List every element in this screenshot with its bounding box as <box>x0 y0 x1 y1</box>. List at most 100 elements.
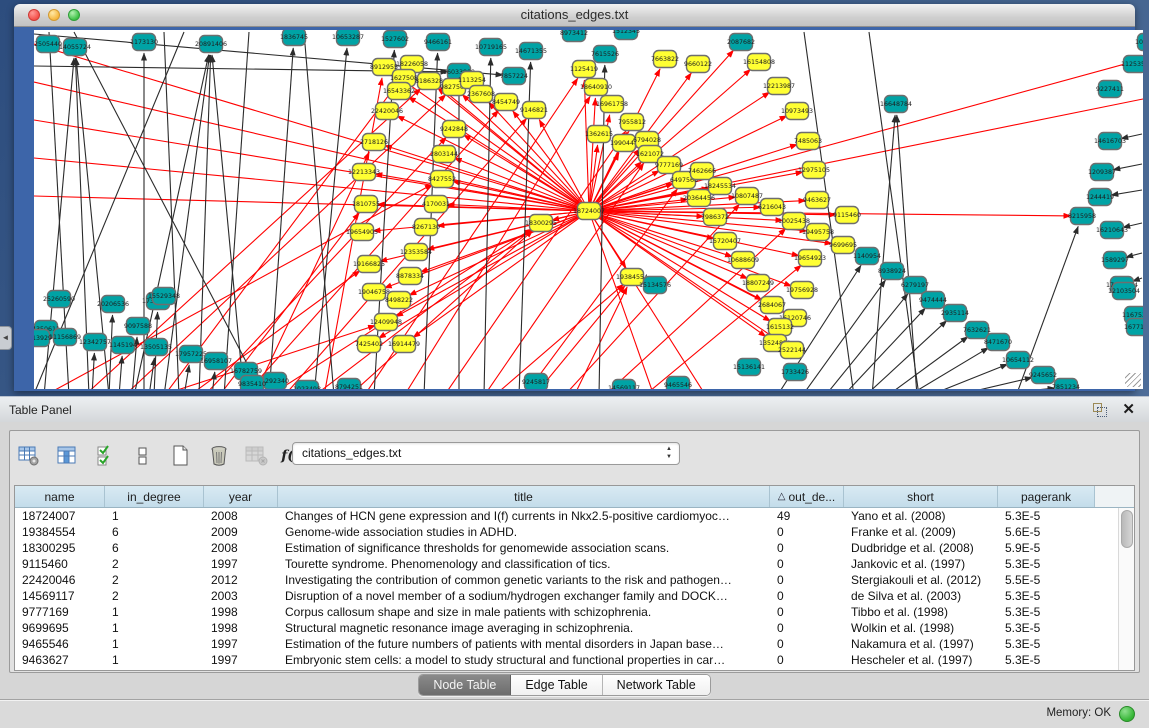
table-row[interactable]: 946362711997Embryonic stem cells: a mode… <box>15 652 1119 668</box>
graph-node[interactable]: 7857224 <box>500 68 528 85</box>
graph-node[interactable]: 10654112 <box>1002 352 1034 369</box>
window-titlebar[interactable]: citations_edges.txt <box>14 4 1135 27</box>
graph-node[interactable]: 8498222 <box>385 292 413 309</box>
graph-node[interactable]: 1362615 <box>585 126 613 143</box>
graph-node[interactable]: 1125419 <box>570 61 598 78</box>
table-row[interactable]: 969969511998Structural magnetic resonanc… <box>15 620 1119 636</box>
graph-node[interactable]: 7851234 <box>1052 379 1080 390</box>
column-header-pagerank[interactable]: pagerank <box>998 486 1095 507</box>
canvas-resize-grip[interactable] <box>1125 373 1141 387</box>
graph-node[interactable]: 2367608 <box>467 86 495 103</box>
graph-node[interactable]: 9245652 <box>1029 367 1057 384</box>
graph-node[interactable]: 9699695 <box>829 237 857 254</box>
graph-node[interactable]: 7986372 <box>701 209 729 226</box>
graph-node[interactable]: 7615526 <box>591 46 619 63</box>
graph-node[interactable]: 8878334 <box>396 268 424 285</box>
graph-node[interactable]: 14055724 <box>59 39 91 56</box>
graph-node[interactable]: 1125350 <box>1121 56 1143 73</box>
table-row[interactable]: 1830029562008Estimation of significance … <box>15 540 1119 556</box>
vertical-scrollbar[interactable] <box>1118 508 1134 670</box>
graph-node[interactable]: 1244419 <box>1086 189 1114 206</box>
graph-node[interactable]: 1733426 <box>781 364 809 381</box>
graph-node[interactable]: 15720407 <box>709 233 741 250</box>
graph-node[interactable]: 8427552 <box>428 171 456 188</box>
graph-node[interactable]: 9097588 <box>124 318 152 335</box>
graph-node[interactable]: 8215958 <box>1068 208 1096 225</box>
graph-node[interactable]: 8794251 <box>335 379 363 390</box>
column-header-name[interactable]: name <box>15 486 105 507</box>
graph-node[interactable]: 19166825 <box>353 256 385 273</box>
graph-node[interactable]: 15134576 <box>639 277 671 294</box>
graph-node[interactable]: 18245534 <box>704 178 736 195</box>
delete-icon[interactable] <box>206 443 232 469</box>
graph-node[interactable]: 2522144 <box>778 342 806 359</box>
graph-node[interactable]: 18300295 <box>525 215 557 232</box>
table-row[interactable]: 1456911722003Disruption of a novel membe… <box>15 588 1119 604</box>
column-header-in_degree[interactable]: in_degree <box>105 486 204 507</box>
graph-node[interactable]: 12103504 <box>1108 283 1140 300</box>
graph-node[interactable]: 1173130 <box>130 34 158 51</box>
graph-node[interactable]: 12213987 <box>763 78 795 95</box>
graph-node[interactable]: 2718126 <box>360 134 388 151</box>
show-columns-icon[interactable] <box>54 443 80 469</box>
tab-network-table[interactable]: Network Table <box>603 675 710 695</box>
graph-node[interactable]: 1615132 <box>766 319 794 336</box>
table-row[interactable]: 911546021997Tourette syndrome. Phenomeno… <box>15 556 1119 572</box>
table-row[interactable]: 977716911998Corpus callosum shape and si… <box>15 604 1119 620</box>
graph-node[interactable]: 7663822 <box>651 51 679 68</box>
graph-node[interactable]: 9242848 <box>440 121 468 138</box>
graph-node[interactable]: 1040429 <box>1135 34 1143 51</box>
graph-node[interactable]: 7955812 <box>618 114 646 131</box>
column-header-out_degree[interactable]: △out_de... <box>770 486 844 507</box>
graph-node[interactable]: 9474444 <box>919 292 947 309</box>
column-header-title[interactable]: title <box>278 486 770 507</box>
table-mode-icon[interactable] <box>16 443 42 469</box>
graph-node[interactable]: 15529348 <box>148 288 180 305</box>
graph-node[interactable]: 18640910 <box>580 79 612 96</box>
graph-node[interactable]: 9115460 <box>833 207 861 224</box>
graph-node[interactable]: 1209387 <box>1088 164 1116 181</box>
graph-node[interactable]: 25260590 <box>43 291 75 308</box>
graph-node[interactable]: 8471670 <box>984 334 1012 351</box>
graph-node[interactable]: 1140954 <box>853 248 881 265</box>
graph-node[interactable]: 9245817 <box>522 374 550 390</box>
memory-status-indicator[interactable] <box>1119 706 1135 722</box>
graph-node[interactable]: 16958107 <box>200 353 232 370</box>
graph-node[interactable]: 1527602 <box>381 31 409 48</box>
table-row[interactable]: 2242004622012Investigating the contribut… <box>15 572 1119 588</box>
close-panel-icon[interactable]: ✕ <box>1122 400 1135 418</box>
graph-node[interactable]: 7485063 <box>794 133 822 150</box>
graph-node[interactable]: 12409948 <box>370 314 402 331</box>
new-column-icon[interactable] <box>168 443 194 469</box>
graph-node[interactable]: 1145194 <box>109 337 137 354</box>
graph-node[interactable]: 9463627 <box>803 192 831 209</box>
graph-node[interactable]: 19495758 <box>802 224 834 241</box>
graph-node[interactable]: 2087682 <box>727 34 755 51</box>
graph-node[interactable]: 18807249 <box>742 275 774 292</box>
panel-collapse-handle[interactable]: ◄ <box>0 326 12 350</box>
select-columns-icon[interactable] <box>92 443 118 469</box>
graph-node[interactable]: 8454749 <box>492 94 520 111</box>
graph-node[interactable]: 2684067 <box>758 297 786 314</box>
graph-node[interactable]: 2803144 <box>430 146 458 163</box>
column-header-year[interactable]: year <box>204 486 278 507</box>
graph-node[interactable]: 10653287 <box>332 30 364 46</box>
graph-node[interactable]: 9466161 <box>424 34 452 51</box>
graph-node[interactable]: 14569117 <box>608 380 640 390</box>
graph-node[interactable]: 14616703 <box>1094 133 1126 150</box>
graph-node[interactable]: 20891406 <box>195 36 227 53</box>
graph-node[interactable]: 10688609 <box>727 252 759 269</box>
graph-node[interactable]: 16543362 <box>383 83 415 100</box>
graph-node[interactable]: 16154808 <box>743 54 775 71</box>
graph-node[interactable]: 12975105 <box>798 162 830 179</box>
graph-node[interactable]: 15136141 <box>733 359 765 376</box>
graph-node[interactable]: 8938924 <box>878 263 906 280</box>
graph-node[interactable]: 8973412 <box>560 30 588 42</box>
graph-node[interactable]: 20206536 <box>97 296 129 313</box>
row-height-icon[interactable] <box>130 443 156 469</box>
graph-node[interactable]: 8186328 <box>415 73 443 90</box>
graph-node[interactable]: 1589297 <box>1101 252 1129 269</box>
graph-node[interactable]: 19654905 <box>346 224 378 241</box>
float-panel-icon[interactable] <box>1093 403 1107 417</box>
table-selector[interactable]: citations_edges.txt ▲▼ <box>292 442 680 465</box>
